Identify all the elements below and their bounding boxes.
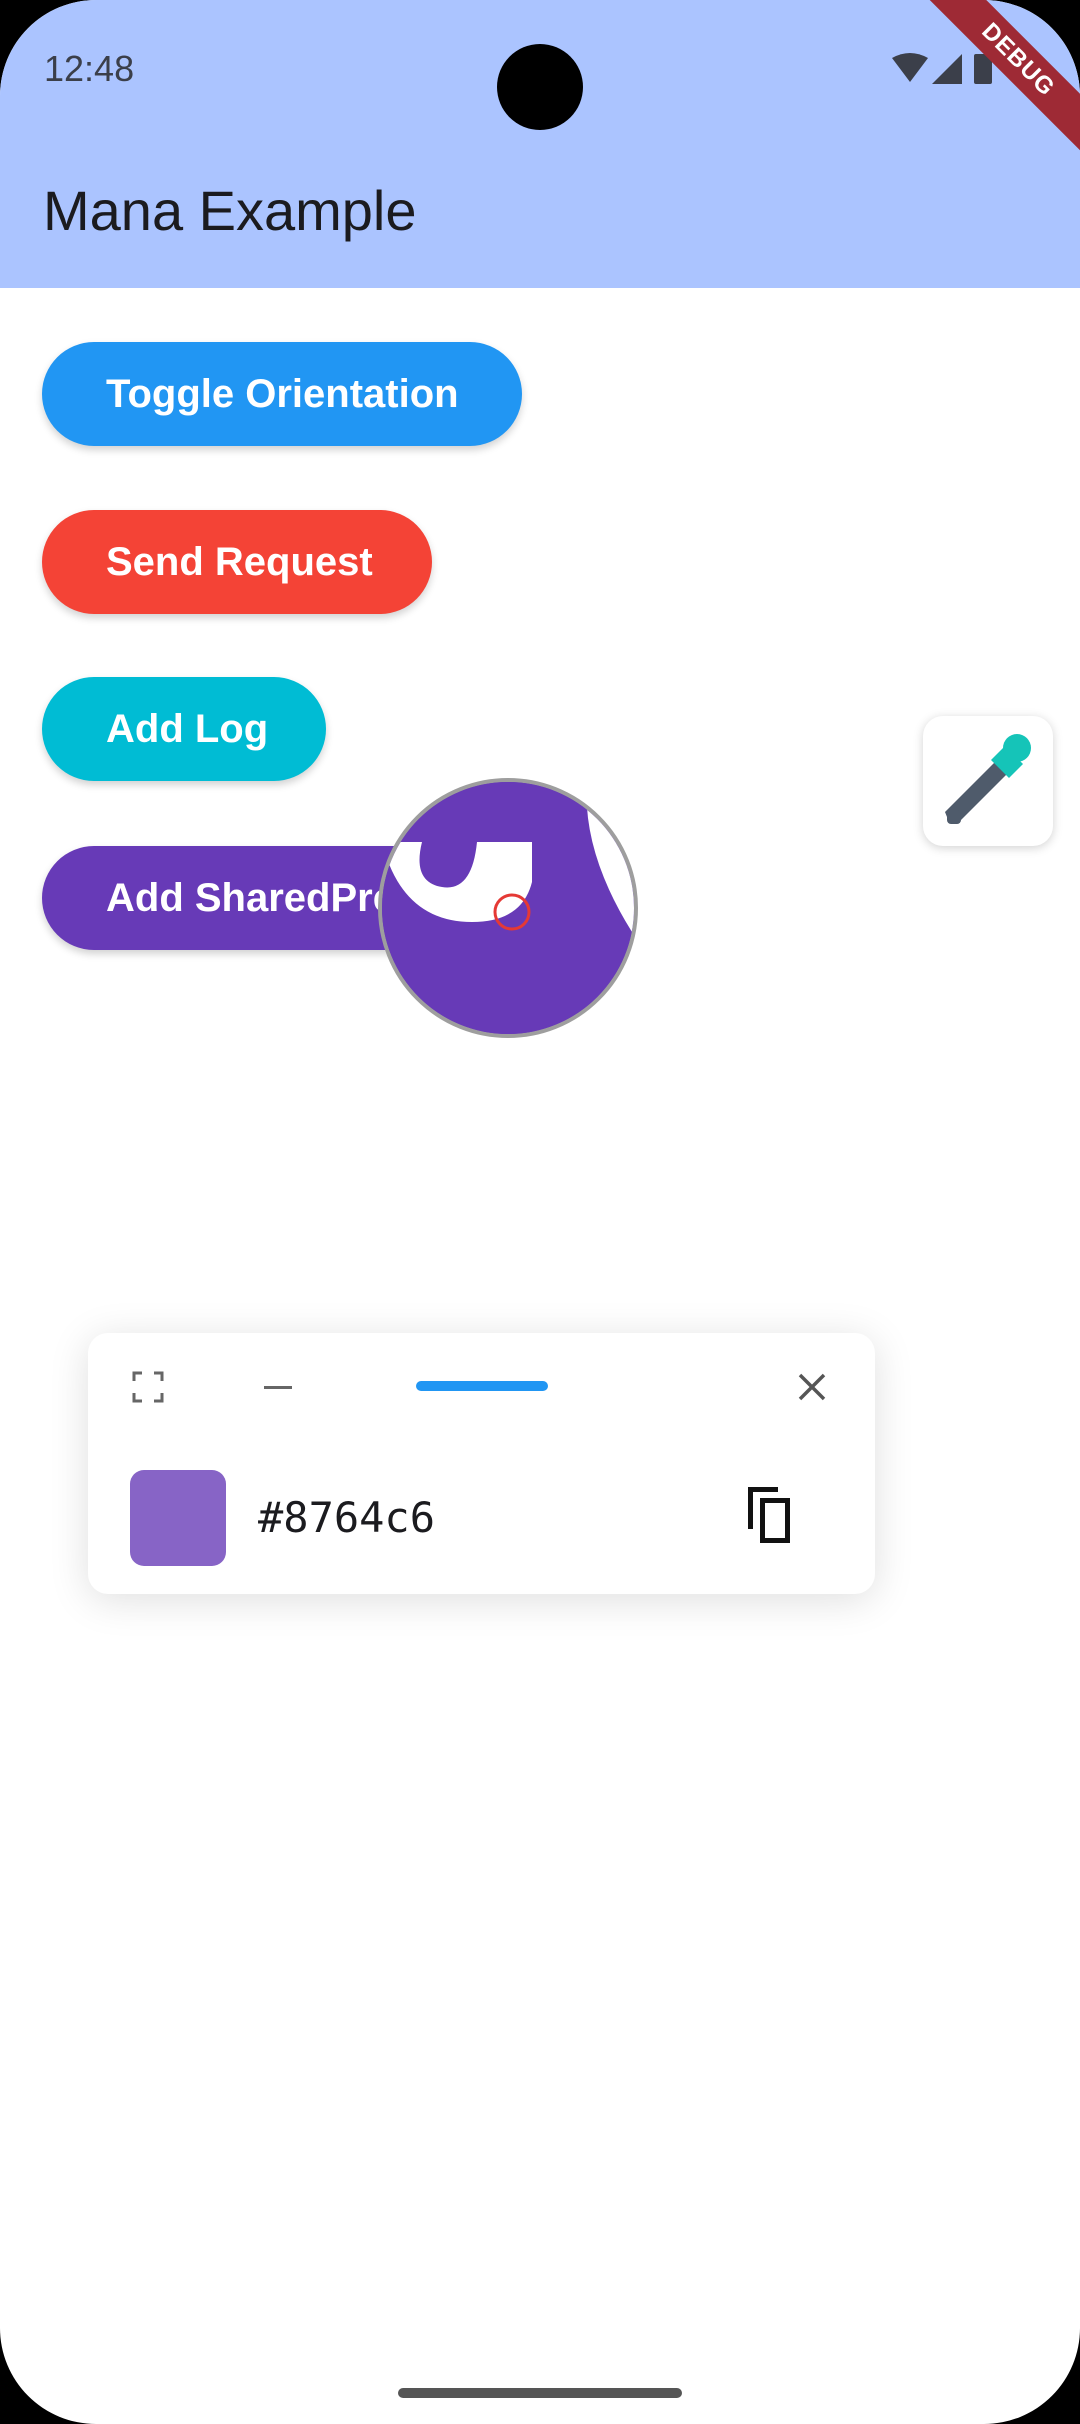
add-log-label: Add Log	[106, 706, 269, 751]
hex-color-value: #8764c6	[258, 1493, 436, 1542]
add-shared-prefs-label: Add SharedPre	[106, 875, 395, 920]
page-title: Mana Example	[43, 179, 417, 242]
status-time: 12:48	[44, 48, 135, 89]
send-request-button[interactable]: Send Request	[42, 510, 432, 614]
toggle-orientation-label: Toggle Orientation	[106, 371, 459, 416]
color-swatch	[130, 1470, 226, 1566]
eyedropper-icon	[945, 734, 1031, 824]
send-request-label: Send Request	[106, 539, 373, 584]
close-icon[interactable]	[792, 1367, 832, 1407]
minimize-icon[interactable]	[260, 1369, 296, 1405]
copy-icon[interactable]	[740, 1483, 800, 1547]
debug-banner: DEBUG	[920, 0, 1080, 160]
magnifier-loupe[interactable]	[378, 778, 638, 1038]
color-info-panel: #8764c6	[88, 1333, 875, 1594]
app-screen: 12:48 Mana Example DEBUG Toggle Orientat…	[0, 0, 1080, 2424]
home-indicator[interactable]	[398, 2388, 682, 2398]
debug-label: DEBUG	[920, 0, 1080, 160]
drag-handle[interactable]	[416, 1381, 548, 1391]
app-bar: 12:48 Mana Example DEBUG	[0, 0, 1080, 288]
color-picker-toggle-button[interactable]	[923, 716, 1053, 846]
toggle-orientation-button[interactable]: Toggle Orientation	[42, 342, 522, 446]
magnified-view	[382, 782, 634, 1034]
camera-cutout	[497, 44, 583, 130]
fullscreen-icon[interactable]	[130, 1369, 166, 1405]
add-log-button[interactable]: Add Log	[42, 677, 326, 781]
